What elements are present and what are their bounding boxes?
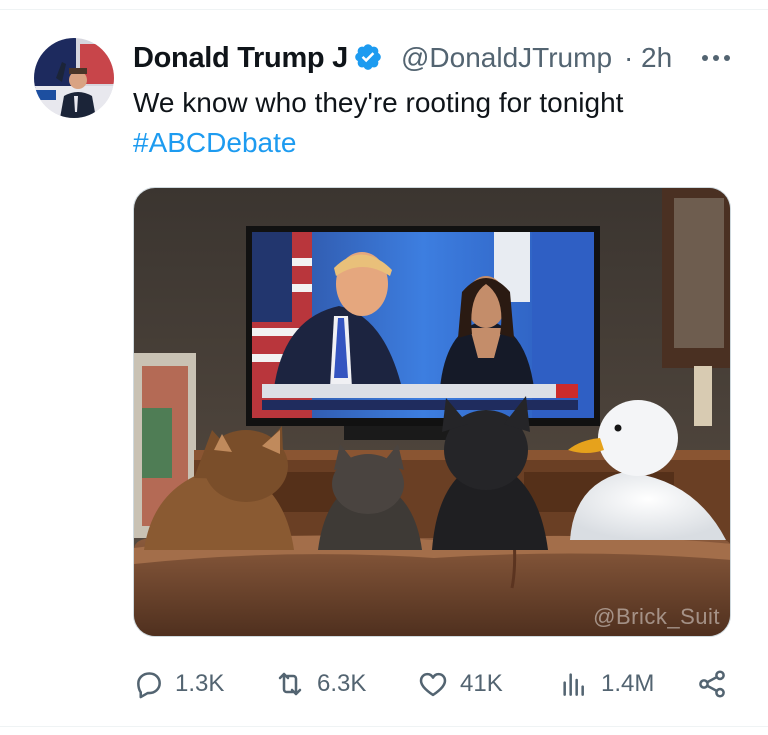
header-separator: · (624, 42, 634, 73)
views-button[interactable]: 1.4M (557, 664, 667, 704)
tweet-timestamp[interactable]: 2h (641, 40, 672, 76)
reply-count: 1.3K (175, 670, 225, 697)
tweet-image[interactable]: @Brick_Suit (133, 187, 731, 637)
reply-bubble-icon (137, 672, 161, 699)
more-horizontal-icon[interactable] (698, 42, 734, 72)
bottom-divider (0, 726, 768, 727)
bar-chart-icon (563, 673, 584, 696)
hashtag-link[interactable]: #ABCDebate (133, 124, 296, 162)
verified-badge-icon (353, 42, 383, 72)
views-count: 1.4M (601, 670, 655, 697)
like-button[interactable]: 41K (416, 664, 516, 704)
retweet-icon (278, 672, 302, 696)
top-divider (0, 9, 768, 10)
like-count: 41K (460, 670, 503, 697)
avatar[interactable] (34, 38, 114, 118)
reply-button[interactable]: 1.3K (133, 664, 233, 704)
tweet-text: We know who they're rooting for tonight (133, 87, 624, 118)
share-button[interactable] (695, 664, 733, 704)
author-name[interactable]: Donald Trump J (133, 40, 348, 76)
tweet-header: Donald Trump J @DonaldJTrump · 2h (133, 40, 733, 76)
retweet-button[interactable]: 6.3K (273, 664, 383, 704)
retweet-count: 6.3K (317, 670, 367, 697)
share-nodes-icon (699, 670, 725, 698)
author-handle[interactable]: @DonaldJTrump (401, 40, 612, 76)
action-bar: 1.3K 6.3K 41K 1.4M (133, 664, 733, 704)
heart-icon (419, 672, 447, 697)
image-watermark: @Brick_Suit (593, 604, 720, 629)
